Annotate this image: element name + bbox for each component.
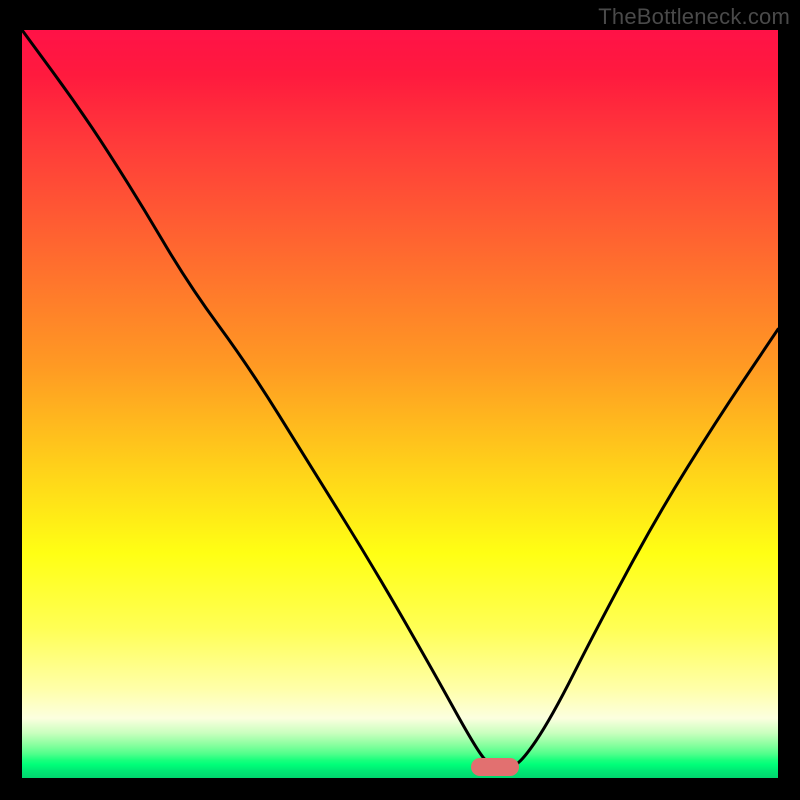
- plot-area: [22, 30, 778, 778]
- curve-svg: [22, 30, 778, 778]
- watermark-label: TheBottleneck.com: [598, 4, 790, 30]
- chart-frame: TheBottleneck.com: [0, 0, 800, 800]
- bottleneck-curve: [22, 30, 778, 768]
- optimum-marker: [471, 758, 519, 776]
